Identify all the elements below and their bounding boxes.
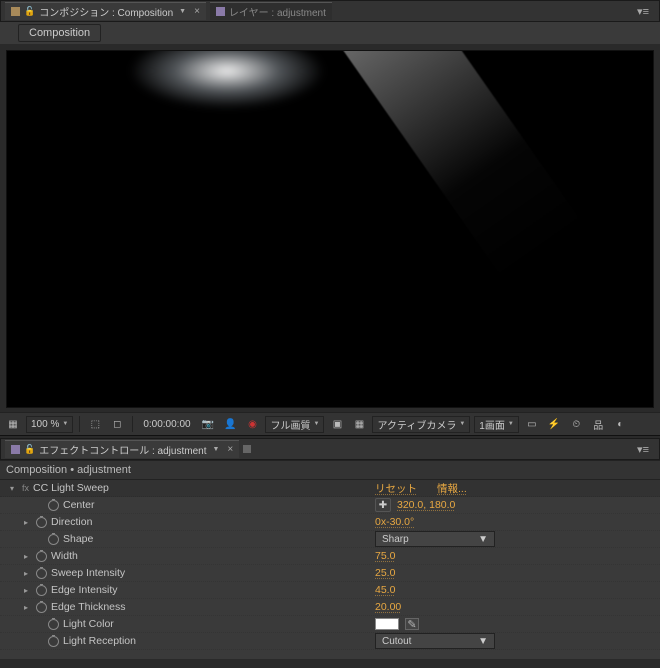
view-layout-dropdown[interactable]: 1画面▼ [474, 416, 519, 433]
show-snapshot-icon[interactable]: 👤 [221, 415, 239, 433]
panel-menu-icon[interactable]: ▾≡ [631, 5, 655, 18]
inactive-tab-icon[interactable] [243, 445, 251, 453]
timeline-icon[interactable]: ⏲ [567, 415, 585, 433]
tab-effects-label: エフェクトコントロール : adjustment [39, 442, 206, 457]
stopwatch-icon[interactable] [36, 517, 47, 528]
stopwatch-icon[interactable] [36, 585, 47, 596]
effects-tab-bar: 🔓 エフェクトコントロール : adjustment ▼ × ▾≡ [0, 438, 660, 460]
about-link[interactable]: 情報... [437, 481, 467, 496]
eyedropper-icon[interactable]: ✎ [405, 618, 419, 630]
twirl-right-icon[interactable]: ▸ [24, 586, 32, 595]
zoom-dropdown[interactable]: 100 %▼ [26, 416, 73, 433]
point-picker-icon[interactable]: ✚ [375, 498, 391, 512]
prop-row-shape: Shape Sharp▼ [0, 531, 660, 548]
channel-icon[interactable]: ◉ [243, 415, 261, 433]
pixel-aspect-icon[interactable]: ▭ [523, 415, 541, 433]
layer-color-icon [216, 7, 225, 16]
safe-zones-icon[interactable]: ◻ [108, 415, 126, 433]
snapshot-icon[interactable]: 📷 [199, 415, 217, 433]
transparency-grid-icon[interactable]: ▦ [350, 415, 368, 433]
region-icon[interactable]: ⬚ [86, 415, 104, 433]
prop-row-edge-intensity: ▸ Edge Intensity 45.0 [0, 582, 660, 599]
tab-composition-label: コンポジション : Composition [39, 4, 173, 19]
effect-header-row[interactable]: ▾ fx CC Light Sweep リセット 情報... [0, 480, 660, 497]
twirl-right-icon[interactable]: ▸ [24, 569, 32, 578]
prop-row-light-color: Light Color ✎ [0, 616, 660, 633]
composition-viewer[interactable] [6, 50, 654, 408]
close-icon[interactable]: × [227, 444, 233, 455]
stopwatch-icon[interactable] [48, 534, 59, 545]
composition-sub-bar: Composition [0, 22, 660, 44]
resolution-dropdown[interactable]: フル画質▼ [265, 416, 324, 433]
viewer-toolbar: ▦ 100 %▼ ⬚ ◻ 0:00:00:00 📷 👤 ◉ フル画質▼ ▣ ▦ … [0, 412, 660, 436]
light-sweep-glow [97, 50, 357, 131]
composition-tab-bar: 🔓 コンポジション : Composition ▼ × レイヤー : adjus… [0, 0, 660, 22]
close-icon[interactable]: × [194, 6, 200, 17]
stopwatch-icon[interactable] [36, 551, 47, 562]
sub-tab-composition[interactable]: Composition [18, 24, 101, 42]
reset-link[interactable]: リセット [375, 481, 417, 496]
prop-row-direction: ▸ Direction 0x-30.0° [0, 514, 660, 531]
stopwatch-icon[interactable] [48, 500, 59, 511]
width-value[interactable]: 75.0 [375, 550, 395, 562]
edge-thickness-value[interactable]: 20.00 [375, 601, 401, 613]
grid-icon[interactable]: ▦ [4, 415, 22, 433]
effect-name: CC Light Sweep [33, 482, 109, 494]
center-value[interactable]: 320.0, 180.0 [397, 499, 455, 511]
twirl-right-icon[interactable]: ▸ [24, 603, 32, 612]
sweep-intensity-value[interactable]: 25.0 [375, 567, 395, 579]
roi-icon[interactable]: ▣ [328, 415, 346, 433]
tab-composition[interactable]: 🔓 コンポジション : Composition ▼ × [5, 2, 206, 20]
lock-icon: 🔓 [24, 444, 35, 455]
edge-intensity-value[interactable]: 45.0 [375, 584, 395, 596]
layer-color-icon [11, 445, 20, 454]
prop-row-sweep-intensity: ▸ Sweep Intensity 25.0 [0, 565, 660, 582]
exposure-icon[interactable]: ◐ [611, 415, 629, 433]
shape-dropdown[interactable]: Sharp▼ [375, 531, 495, 547]
tab-effect-controls[interactable]: 🔓 エフェクトコントロール : adjustment ▼ × [5, 440, 239, 458]
breadcrumb: Composition • adjustment [0, 460, 660, 479]
prop-row-center: Center ✚ 320.0, 180.0 [0, 497, 660, 514]
stopwatch-icon[interactable] [36, 602, 47, 613]
twirl-right-icon[interactable]: ▸ [24, 518, 32, 527]
stopwatch-icon[interactable] [48, 619, 59, 630]
prop-row-light-reception: Light Reception Cutout▼ [0, 633, 660, 650]
prop-row-width: ▸ Width 75.0 [0, 548, 660, 565]
stopwatch-icon[interactable] [36, 568, 47, 579]
chevron-down-icon[interactable]: ▼ [179, 8, 186, 15]
timecode-display[interactable]: 0:00:00:00 [139, 416, 194, 433]
twirl-down-icon[interactable]: ▾ [10, 484, 18, 493]
prop-row-edge-thickness: ▸ Edge Thickness 20.00 [0, 599, 660, 616]
stopwatch-icon[interactable] [48, 636, 59, 647]
camera-dropdown[interactable]: アクティブカメラ▼ [372, 416, 470, 433]
direction-value[interactable]: 0x-30.0° [375, 516, 414, 528]
light-reception-dropdown[interactable]: Cutout▼ [375, 633, 495, 649]
tab-layer[interactable]: レイヤー : adjustment [210, 2, 332, 20]
effect-properties-panel: ▾ fx CC Light Sweep リセット 情報... Center ✚ … [0, 479, 660, 659]
fast-preview-icon[interactable]: ⚡ [545, 415, 563, 433]
lock-icon: 🔓 [24, 6, 35, 17]
twirl-right-icon[interactable]: ▸ [24, 552, 32, 561]
panel-menu-icon[interactable]: ▾≡ [631, 443, 655, 456]
tab-layer-label: レイヤー : adjustment [229, 4, 326, 19]
color-swatch[interactable] [375, 618, 399, 630]
composition-color-icon [11, 7, 20, 16]
flowchart-icon[interactable]: 品 [589, 415, 607, 433]
chevron-down-icon[interactable]: ▼ [212, 446, 219, 453]
